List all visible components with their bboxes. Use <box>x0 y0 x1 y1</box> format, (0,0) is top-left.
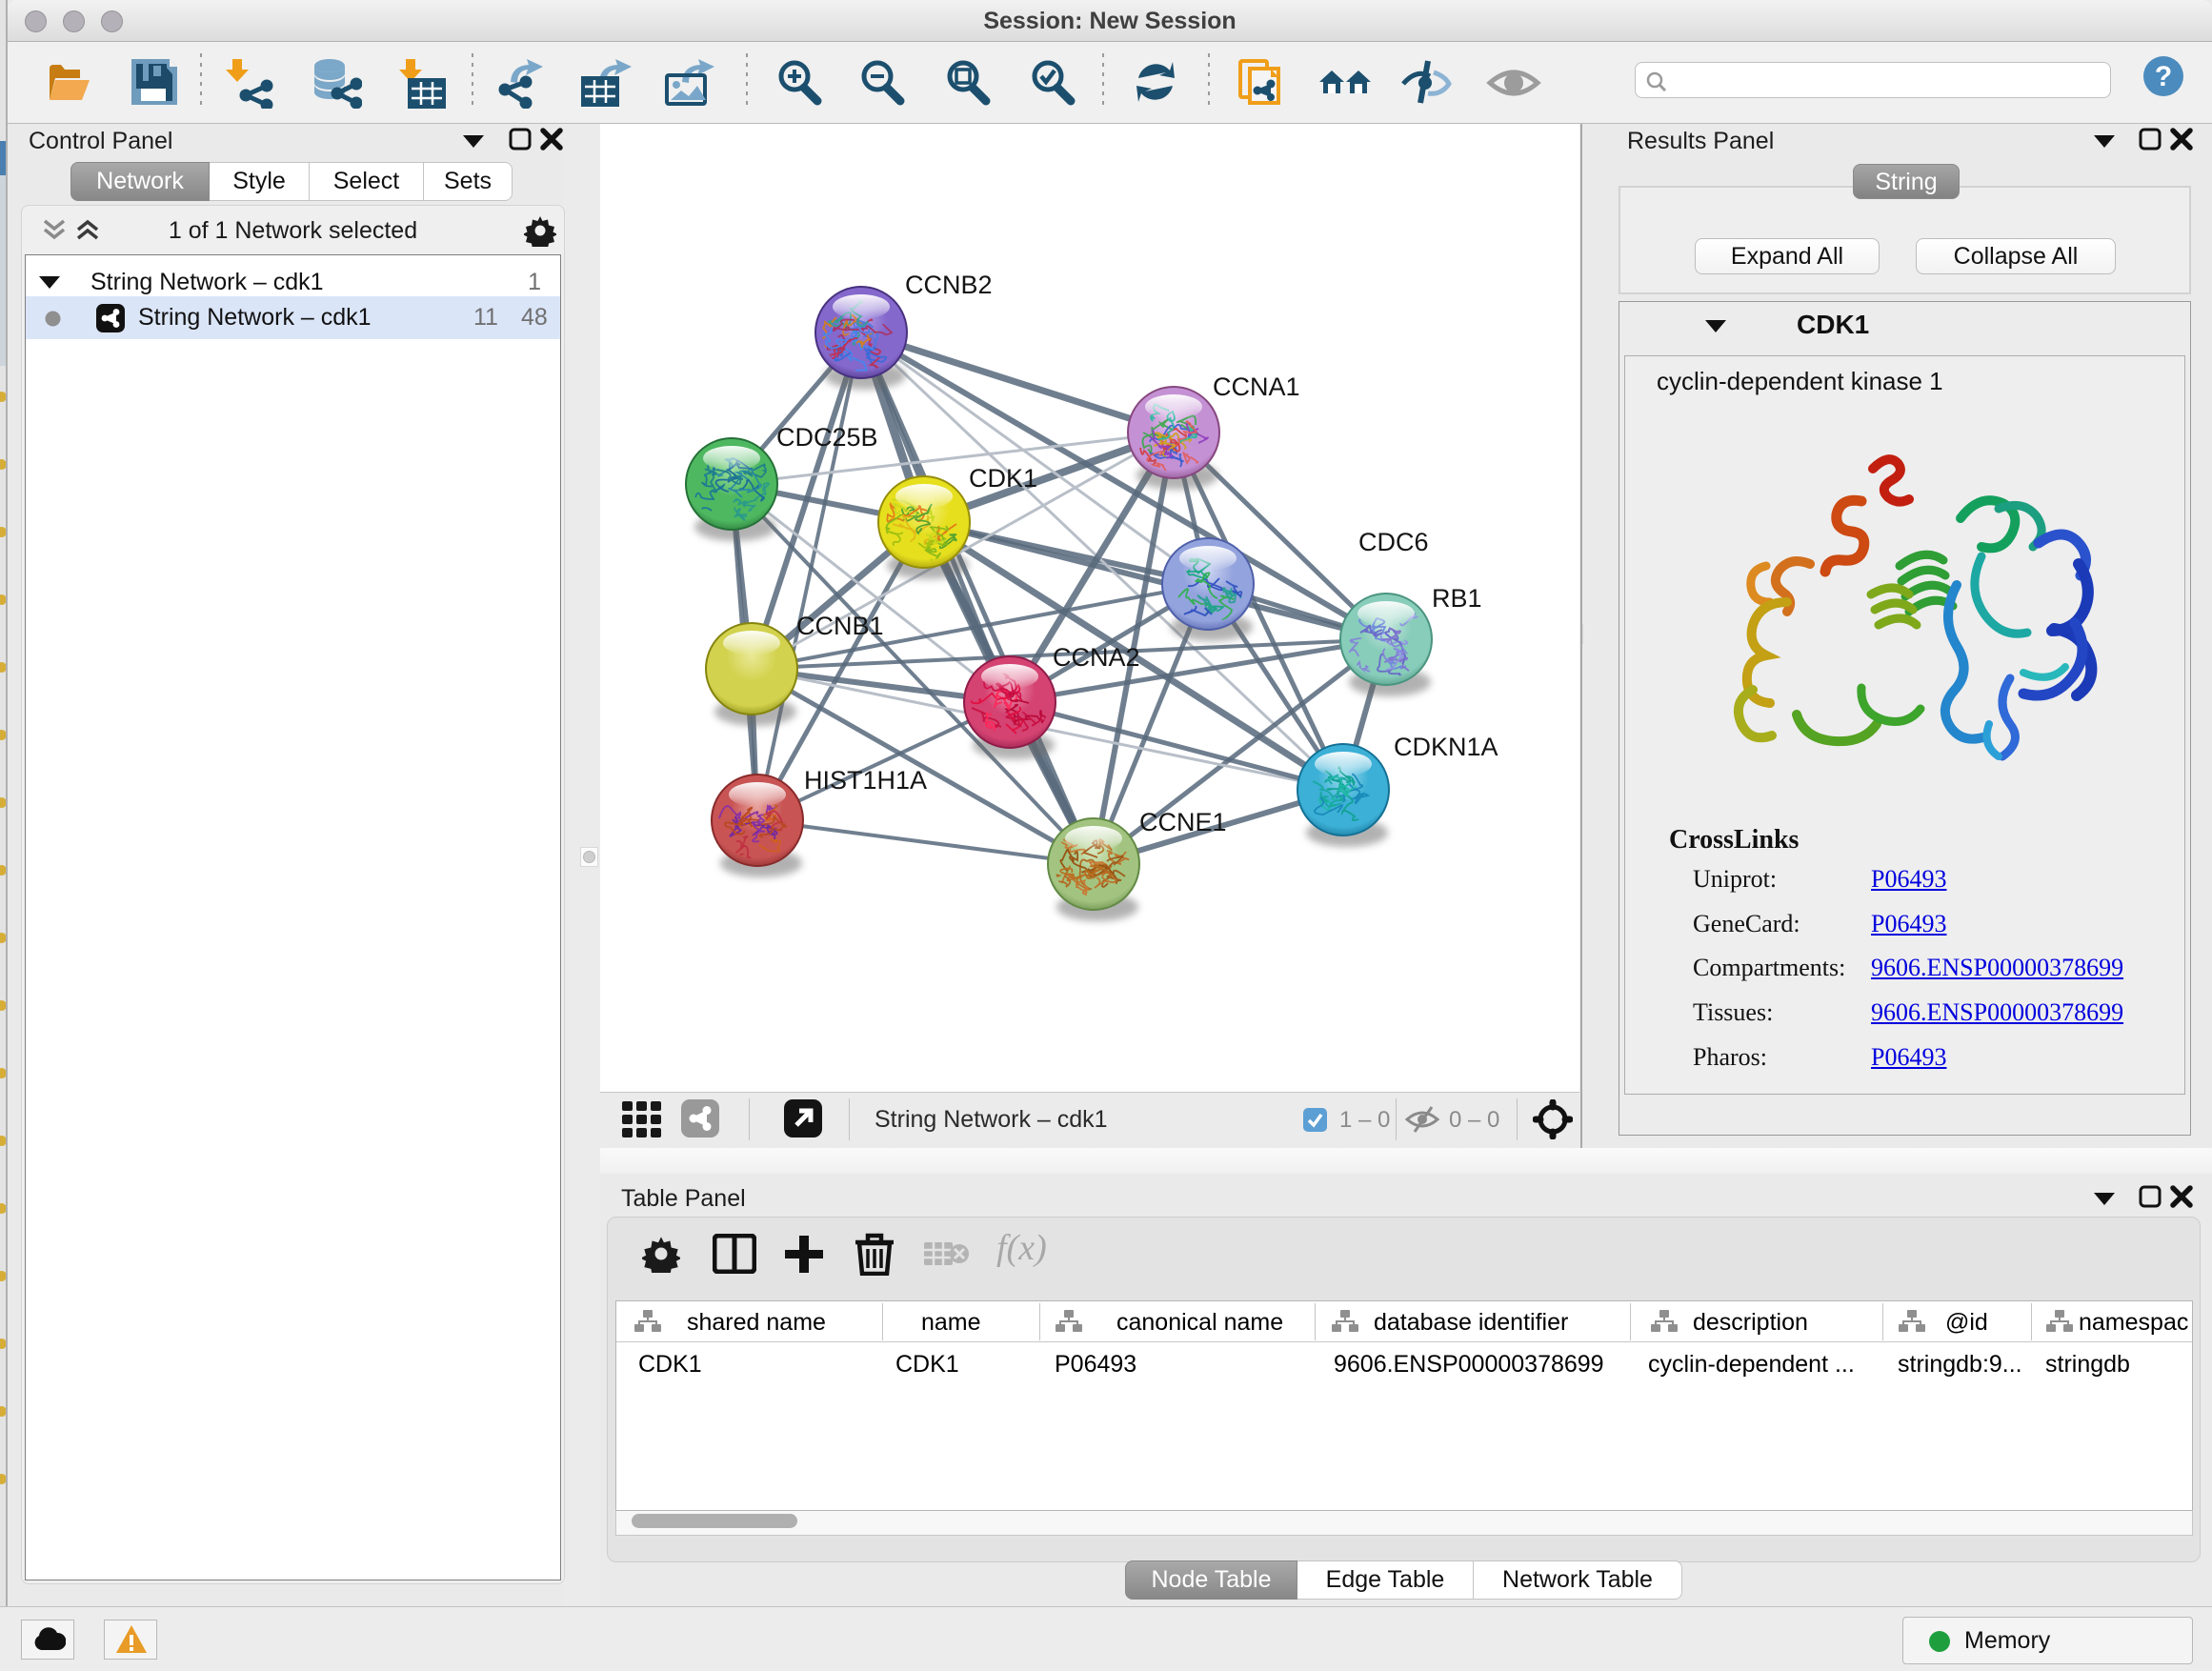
svg-text:CCNE1: CCNE1 <box>1139 808 1227 836</box>
svg-text:CCNA1: CCNA1 <box>1213 372 1300 401</box>
svg-text:CCNB2: CCNB2 <box>905 271 993 299</box>
svg-text:CCNB1: CCNB1 <box>796 612 884 640</box>
svg-text:CCNA2: CCNA2 <box>1053 643 1140 672</box>
svg-text:RB1: RB1 <box>1432 584 1482 613</box>
svg-text:CDK1: CDK1 <box>969 464 1037 493</box>
svg-text:?: ? <box>2155 61 2172 92</box>
svg-text:HIST1H1A: HIST1H1A <box>804 766 927 795</box>
svg-text:CDC25B: CDC25B <box>776 423 878 452</box>
svg-text:CDKN1A: CDKN1A <box>1394 733 1498 761</box>
svg-text:CDC6: CDC6 <box>1358 528 1429 556</box>
